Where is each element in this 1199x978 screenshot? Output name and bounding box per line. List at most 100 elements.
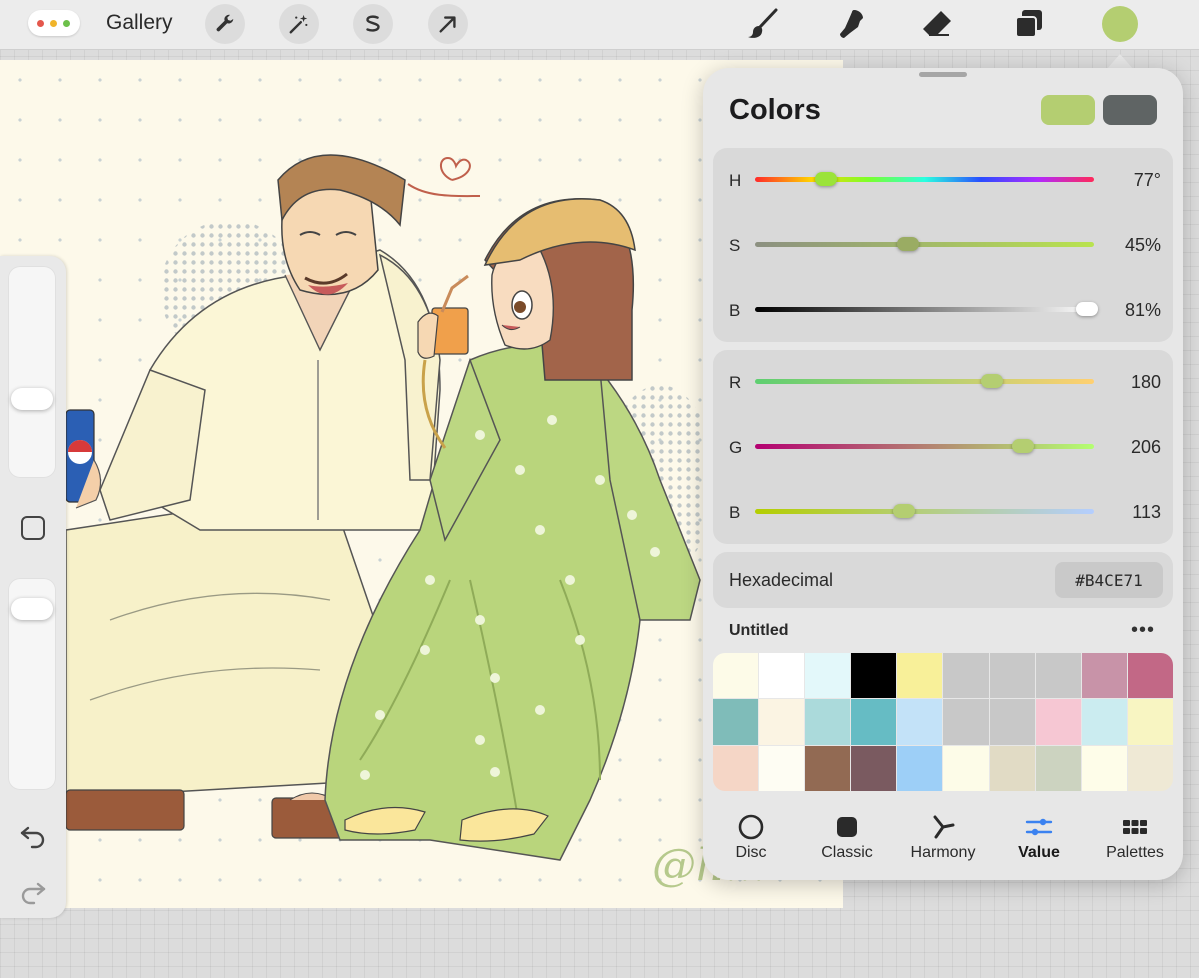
adjustments-button[interactable] [279, 4, 319, 44]
saturation-slider[interactable] [755, 242, 1094, 247]
color-mode-tabbar: Disc Classic Harmony Value Palettes [703, 808, 1183, 868]
palette-swatch[interactable] [989, 699, 1035, 745]
palette-swatch[interactable] [943, 653, 989, 699]
tab-value-label: Value [1018, 844, 1060, 861]
tab-value[interactable]: Value [991, 808, 1087, 868]
value-sliders-icon [1025, 818, 1053, 836]
disc-icon [738, 814, 764, 840]
brush-size-slider[interactable] [8, 266, 56, 478]
more-actions-button[interactable] [28, 10, 80, 36]
palette-name: Untitled [729, 622, 789, 639]
brightness-value: 81% [1124, 300, 1161, 320]
palette-swatch[interactable] [805, 745, 851, 791]
current-color-button[interactable] [1102, 6, 1138, 42]
layers-icon [1015, 10, 1042, 38]
blue-thumb[interactable] [893, 504, 916, 518]
palettes-grid-icon [1123, 820, 1147, 834]
palette-more-button[interactable]: ••• [1131, 619, 1155, 642]
saturation-label: S [729, 236, 741, 255]
brush-tool-button[interactable] [742, 4, 784, 44]
red-row: R 180 [713, 362, 1173, 402]
classic-square-icon [837, 817, 857, 837]
magic-wand-icon [289, 14, 308, 34]
palette-swatch[interactable] [1081, 745, 1127, 791]
palette-swatch[interactable] [989, 653, 1035, 699]
red-slider[interactable] [755, 379, 1094, 384]
palette-swatch[interactable] [851, 699, 897, 745]
blue-label: B [729, 503, 741, 522]
selection-icon [366, 15, 380, 32]
palette-swatch[interactable] [713, 699, 759, 745]
opacity-slider[interactable] [8, 578, 56, 790]
brightness-slider[interactable] [755, 307, 1094, 312]
palette-swatch[interactable] [989, 745, 1035, 791]
palette-swatch[interactable] [851, 653, 897, 699]
tab-disc[interactable]: Disc [703, 808, 799, 868]
opacity-thumb[interactable] [11, 598, 53, 620]
eraser-tool-button[interactable] [916, 4, 958, 44]
palette-swatch[interactable] [1035, 653, 1081, 699]
palette-swatch[interactable] [1035, 745, 1081, 791]
brightness-thumb[interactable] [1076, 302, 1098, 316]
palette-swatch[interactable] [1127, 745, 1173, 791]
palette-swatch[interactable] [897, 653, 943, 699]
hue-value: 77° [1133, 170, 1161, 190]
hue-thumb[interactable] [815, 172, 838, 186]
palette-swatch[interactable] [943, 699, 989, 745]
tab-harmony[interactable]: Harmony [895, 808, 991, 868]
palette-swatch[interactable] [805, 653, 851, 699]
panel-title: Colors [729, 94, 821, 126]
transform-button[interactable] [428, 4, 468, 44]
palette-swatch[interactable] [1035, 699, 1081, 745]
palette-swatch[interactable] [897, 699, 943, 745]
green-thumb[interactable] [1011, 439, 1034, 453]
redo-icon[interactable] [18, 876, 48, 906]
palette-swatch[interactable] [1127, 699, 1173, 745]
palette-swatch[interactable] [1081, 653, 1127, 699]
hue-slider[interactable] [755, 177, 1094, 182]
red-label: R [729, 373, 742, 392]
smudge-tool-button[interactable] [830, 4, 872, 44]
palette-swatch[interactable] [897, 745, 943, 791]
hex-input[interactable]: #B4CE71 [1055, 562, 1163, 598]
hue-row: H 77° [713, 160, 1173, 200]
green-label: G [729, 438, 743, 457]
palette-swatch[interactable] [759, 699, 805, 745]
actions-button[interactable] [205, 4, 245, 44]
green-row: G 206 [713, 427, 1173, 467]
brush-size-thumb[interactable] [11, 388, 53, 410]
square-icon[interactable] [21, 516, 45, 540]
tab-classic[interactable]: Classic [799, 808, 895, 868]
palette-swatch[interactable] [851, 745, 897, 791]
layers-button[interactable] [1008, 4, 1050, 44]
undo-icon[interactable] [18, 820, 48, 850]
tab-disc-label: Disc [735, 844, 767, 861]
brightness-row: B 81% [713, 290, 1173, 330]
gallery-link[interactable]: Gallery [106, 11, 173, 35]
green-slider[interactable] [755, 444, 1094, 449]
palette-swatch[interactable] [1127, 653, 1173, 699]
harmony-icon [933, 815, 955, 839]
saturation-thumb[interactable] [896, 237, 919, 251]
palette-swatch[interactable] [759, 745, 805, 791]
primary-color-swatch[interactable] [1041, 95, 1095, 125]
red-thumb[interactable] [981, 374, 1004, 388]
blue-slider[interactable] [755, 509, 1094, 514]
brush-icon [748, 8, 778, 38]
palette-swatch[interactable] [759, 653, 805, 699]
selection-button[interactable] [353, 4, 393, 44]
top-toolbar: Gallery [0, 0, 1199, 50]
hsb-sliders-group: H 77° S 45% B 81% [713, 148, 1173, 342]
blue-value: 113 [1132, 502, 1161, 522]
tab-harmony-label: Harmony [910, 844, 976, 861]
palette-swatch[interactable] [943, 745, 989, 791]
palette-swatch[interactable] [1081, 699, 1127, 745]
panel-grabber[interactable] [919, 72, 967, 77]
secondary-color-swatch[interactable] [1103, 95, 1157, 125]
left-sidebar [0, 256, 66, 918]
tab-classic-label: Classic [821, 844, 873, 861]
palette-swatch[interactable] [713, 745, 759, 791]
tab-palettes[interactable]: Palettes [1087, 808, 1183, 868]
palette-swatch[interactable] [713, 653, 759, 699]
palette-swatch[interactable] [805, 699, 851, 745]
